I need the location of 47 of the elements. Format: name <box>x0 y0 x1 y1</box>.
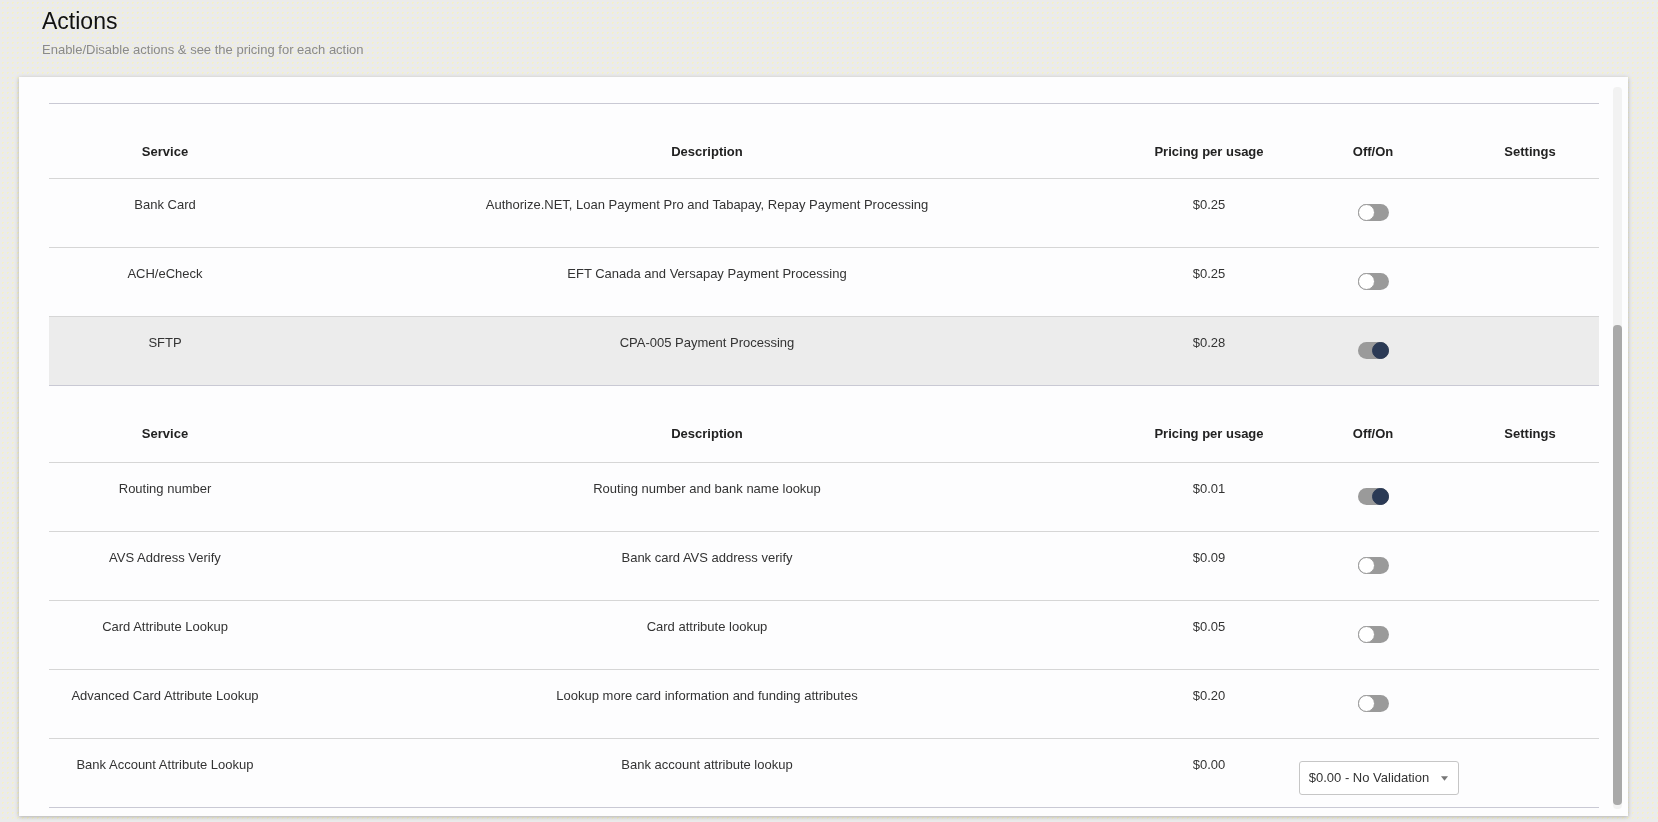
column-header: Off/On <box>1352 426 1394 441</box>
service-name: SFTP <box>148 335 182 350</box>
toggle-switch[interactable] <box>1357 626 1389 643</box>
toggle-switch[interactable] <box>1357 488 1389 505</box>
price: $0.09 <box>1192 550 1226 565</box>
price: $0.05 <box>1192 619 1226 634</box>
scrollbar[interactable] <box>1613 87 1622 809</box>
column-header: Pricing per usage <box>1154 426 1264 441</box>
price: $0.00 <box>1192 757 1226 772</box>
toggle-switch[interactable] <box>1357 695 1389 712</box>
service-description: EFT Canada and Versapay Payment Processing <box>567 266 847 281</box>
price-dropdown[interactable]: $0.00 - No Validation <box>1298 761 1460 795</box>
service-name: ACH/eCheck <box>127 266 203 281</box>
column-header: Pricing per usage <box>1154 144 1264 159</box>
service-description: CPA-005 Payment Processing <box>619 335 795 350</box>
caret-icon <box>1441 775 1449 781</box>
column-header: Off/On <box>1352 144 1394 159</box>
toggle-switch[interactable] <box>1357 273 1389 290</box>
column-header: Service <box>141 426 189 441</box>
column-header: Service <box>141 144 189 159</box>
service-name: Bank Card <box>134 197 196 212</box>
service-description: Bank card AVS address verify <box>621 550 793 565</box>
column-header: Settings <box>1504 426 1556 441</box>
scrollbar-thumb[interactable] <box>1613 325 1622 805</box>
service-description: Bank account attribute lookup <box>621 757 793 772</box>
toggle-switch[interactable] <box>1357 204 1389 221</box>
service-description: Lookup more card information and funding attributes <box>556 688 858 703</box>
page-subtitle: Enable/Disable actions & see the pricing for each action <box>42 43 364 57</box>
service-name: Bank Account Attribute Lookup <box>76 757 254 772</box>
price: $0.01 <box>1192 481 1226 496</box>
price: $0.25 <box>1192 266 1226 281</box>
column-header: Description <box>671 144 743 159</box>
price: $0.20 <box>1192 688 1226 703</box>
price: $0.25 <box>1192 197 1226 212</box>
column-header: Settings <box>1504 144 1556 159</box>
service-name: Routing number <box>118 481 212 496</box>
service-name: AVS Address Verify <box>109 550 221 565</box>
service-name: Card Attribute Lookup <box>102 619 228 634</box>
toggle-switch[interactable] <box>1357 557 1389 574</box>
price: $0.28 <box>1192 335 1226 350</box>
page-title: Actions <box>42 7 118 36</box>
service-description: Routing number and bank name lookup <box>593 481 821 496</box>
service-name: Advanced Card Attribute Lookup <box>71 688 259 703</box>
toggle-switch[interactable] <box>1357 342 1389 359</box>
service-description: Authorize.NET, Loan Payment Pro and Tabapay, Repay Payment Processing <box>485 197 929 212</box>
service-description: Card attribute lookup <box>646 619 768 634</box>
column-header: Description <box>671 426 743 441</box>
